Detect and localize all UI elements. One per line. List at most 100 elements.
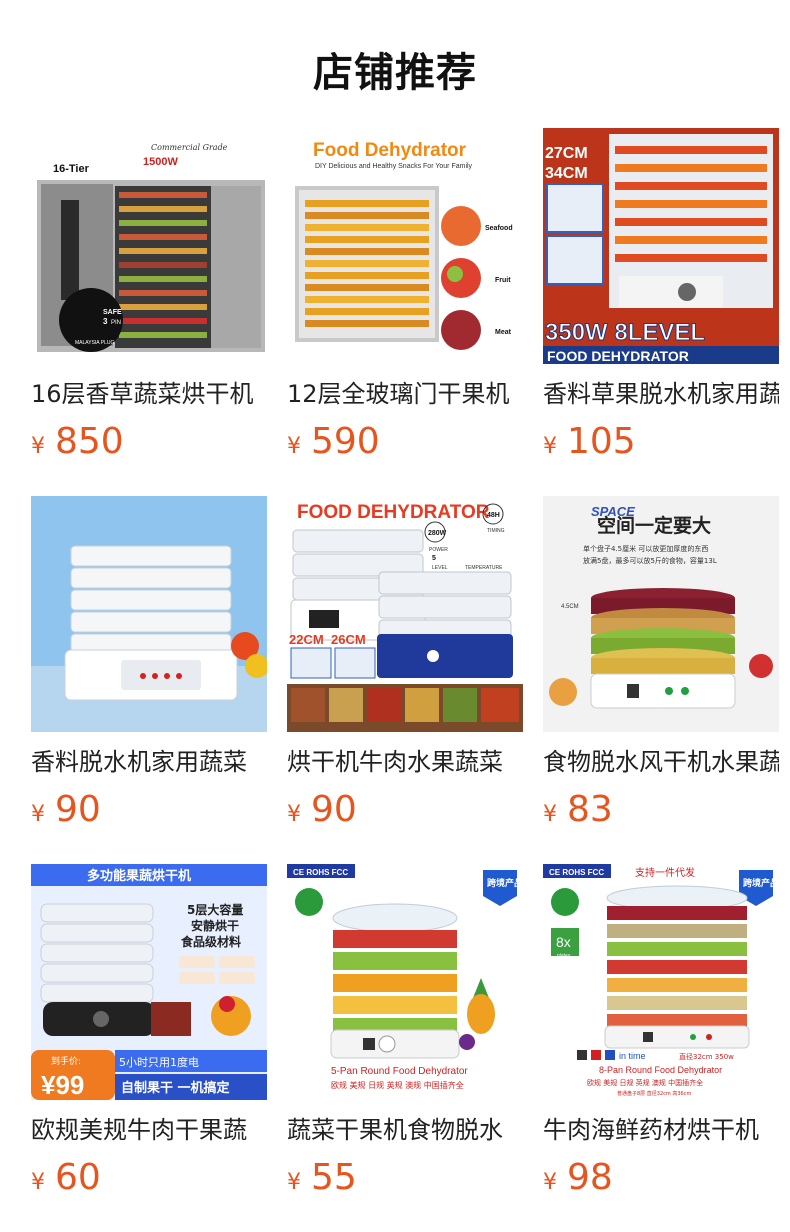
image-text: in time [619,1051,646,1061]
product-price: ¥ 105 [543,422,779,462]
currency-symbol: ¥ [543,1170,557,1195]
image-text: FOOD DEHYDRATOR [547,348,689,364]
price-value: 590 [311,421,380,462]
image-text: 普通盘子8层 直径32cm 高36cm [617,1090,691,1097]
currency-symbol: ¥ [543,434,557,459]
image-text: 跨境产品 [487,877,523,889]
product-name[interactable]: 牛肉海鲜药材烘干机 [543,1114,779,1146]
image-text: 48H [487,512,500,519]
image-text: Fruit [495,277,511,284]
product-image[interactable]: Food Dehydrator DIY Delicious and Health… [287,128,523,364]
price-value: 55 [311,1157,357,1198]
image-text: DIY Delicious and Healthy Snacks For You… [315,163,473,170]
image-text: 4.5CM [561,604,579,610]
image-text: 空间一定要大 [597,514,711,537]
image-text: 支持一件代发 [635,866,695,879]
product-price: ¥ 590 [287,422,523,462]
product-card[interactable]: SPACE 空间一定要大 单个盘子4.5厘米 可以放更加厚度的东西 放满5盘，最… [543,496,779,864]
product-name[interactable]: 香料草果脱水机家用蔬 [543,378,779,410]
product-image[interactable]: SPACE 空间一定要大 单个盘子4.5厘米 可以放更加厚度的东西 放满5盘，最… [543,496,779,732]
currency-symbol: ¥ [31,434,45,459]
product-image[interactable]: Commercial Grade 1500W 16-Tier SAFE 3 PI… [31,128,267,364]
image-text: 食品级材料 [180,934,241,949]
product-name[interactable]: 烘干机牛肉水果蔬菜 [287,746,523,778]
product-price: ¥ 60 [31,1158,267,1198]
product-name[interactable]: 香料脱水机家用蔬菜 [31,746,267,778]
image-text: 8-Pan Round Food Dehydrator [599,1065,722,1075]
image-text: 欧规 美规 日规 英规 澳规 中国插齐全 [331,1080,464,1090]
product-card[interactable]: 香料脱水机家用蔬菜 ¥ 90 [31,496,267,864]
currency-symbol: ¥ [287,434,301,459]
image-text: Commercial Grade [151,143,228,152]
product-card[interactable]: CE ROHS FCC 跨境产品 5-Pan Round Food Dehydr… [287,864,523,1232]
image-text: 跨境产品 [743,877,779,889]
product-card[interactable]: CE ROHS FCC 支持一件代发 跨境产品 8x plates in tim… [543,864,779,1232]
price-value: 90 [55,789,101,830]
currency-symbol: ¥ [287,1170,301,1195]
product-name[interactable]: 欧规美规牛肉干果蔬 [31,1114,267,1146]
product-price: ¥ 98 [543,1158,779,1198]
image-text: PIN [111,320,121,326]
image-text: LEVEL [432,565,448,571]
product-name[interactable]: 16层香草蔬菜烘干机 [31,378,267,410]
product-image[interactable]: FOOD DEHYDRATOR 280W POWER 48H TIMING 5 [287,496,523,732]
product-image[interactable]: 27CM 34CM 350W 8LEVEL FOOD DEHYDRATOR [543,128,779,364]
image-text: SAFE [103,309,122,316]
currency-symbol: ¥ [543,802,557,827]
currency-symbol: ¥ [287,802,301,827]
image-text: 27CM [545,145,588,162]
currency-symbol: ¥ [31,802,45,827]
image-text: 1500W [143,156,178,168]
image-text: 放满5盘，最多可以放5斤的食物，容量13L [583,556,717,565]
image-text: 单个盘子4.5厘米 可以放更加厚度的东西 [583,544,708,553]
product-name[interactable]: 蔬菜干果机食物脱水 [287,1114,523,1146]
image-text: 5 [432,555,436,562]
product-card[interactable]: FOOD DEHYDRATOR 280W POWER 48H TIMING 5 [287,496,523,864]
product-card[interactable]: 多功能果蔬烘干机 5层大容量 安静烘干 食品级材料 到手价: ¥99 5小时只用… [31,864,267,1232]
image-text: 安静烘干 [191,918,239,933]
product-card[interactable]: Food Dehydrator DIY Delicious and Health… [287,128,523,496]
image-text: Seafood [485,225,513,232]
price-value: 98 [567,1157,613,1198]
image-text: MALAYSIA PLUG [75,340,114,346]
price-value: 90 [311,789,357,830]
image-text: 34CM [545,165,588,182]
price-value: 850 [55,421,124,462]
price-value: 60 [55,1157,101,1198]
image-text: CE ROHS FCC [293,868,348,877]
image-text: 直径32cm 350w [679,1052,734,1061]
product-image[interactable]: CE ROHS FCC 支持一件代发 跨境产品 8x plates in tim… [543,864,779,1100]
image-text: 22CM [289,632,324,647]
shop-recommendation-page: 店铺推荐 Commercial Grade 1500W 16-Tier SAFE… [0,0,790,1232]
image-text: 350W 8LEVEL [545,319,705,346]
image-text: ¥99 [41,1070,84,1100]
product-price: ¥ 90 [287,790,523,830]
image-text: CE ROHS FCC [549,868,604,877]
image-text: 多功能果蔬烘干机 [87,868,191,884]
image-text: FOOD DEHYDRATOR [297,502,490,523]
currency-symbol: ¥ [31,1170,45,1195]
image-text: 5层大容量 [187,902,243,917]
image-text: 5小时只用1度电 [119,1055,199,1069]
product-card[interactable]: Commercial Grade 1500W 16-Tier SAFE 3 PI… [31,128,267,496]
product-price: ¥ 850 [31,422,267,462]
image-text: POWER [429,547,448,553]
product-image[interactable] [31,496,267,732]
price-value: 105 [567,421,636,462]
image-text: plates [557,953,571,959]
page-title: 店铺推荐 [313,50,477,96]
product-name[interactable]: 12层全玻璃门干果机 [287,378,523,410]
image-text: 到手价: [51,1055,81,1067]
image-text: 8x [556,934,571,950]
image-text: Meat [495,329,512,336]
product-image[interactable]: CE ROHS FCC 跨境产品 5-Pan Round Food Dehydr… [287,864,523,1100]
product-card[interactable]: 27CM 34CM 350W 8LEVEL FOOD DEHYDRATOR 香料… [543,128,779,496]
product-name[interactable]: 食物脱水风干机水果蔬 [543,746,779,778]
product-image[interactable]: 多功能果蔬烘干机 5层大容量 安静烘干 食品级材料 到手价: ¥99 5小时只用… [31,864,267,1100]
product-grid: Commercial Grade 1500W 16-Tier SAFE 3 PI… [31,128,779,1232]
image-text: 16-Tier [53,163,90,175]
image-text: 5-Pan Round Food Dehydrator [331,1066,468,1077]
image-text: Food Dehydrator [313,140,467,161]
image-text: 3 [103,317,108,326]
image-text: 欧规 美规 日规 英规 澳规 中国插齐全 [587,1078,703,1087]
